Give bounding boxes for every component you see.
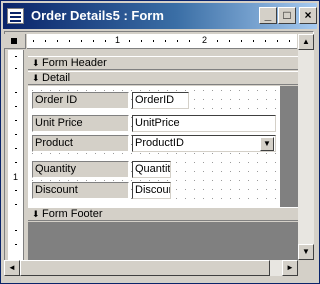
ruler-tick bbox=[15, 204, 17, 205]
title-bar[interactable]: Order Details5 : Form _ □ × bbox=[3, 3, 317, 29]
product-combobox[interactable]: ProductID bbox=[132, 135, 276, 152]
ruler-tick bbox=[15, 92, 17, 93]
scroll-down-icon[interactable]: ▼ bbox=[298, 244, 314, 260]
ruler-number: 2 bbox=[202, 35, 208, 45]
ruler-tick bbox=[45, 40, 46, 42]
ruler-tick bbox=[265, 40, 266, 42]
ruler-tick bbox=[253, 40, 254, 42]
vertical-scrollbar[interactable]: ▲ ▼ bbox=[298, 34, 314, 260]
vertical-ruler[interactable]: 1 bbox=[8, 50, 24, 260]
detail-outside-area bbox=[280, 86, 298, 207]
ruler-tick bbox=[165, 40, 166, 42]
scroll-right-icon[interactable]: ► bbox=[282, 260, 298, 276]
ruler-tick bbox=[129, 40, 130, 42]
quantity-label[interactable]: Quantity bbox=[32, 161, 129, 178]
detail-label: Detail bbox=[42, 72, 71, 84]
outside-form-area bbox=[28, 222, 298, 260]
ruler-tick bbox=[217, 40, 218, 42]
ruler-tick bbox=[289, 40, 290, 42]
ruler-tick bbox=[189, 40, 190, 42]
ruler-tick bbox=[105, 40, 106, 42]
ruler-tick bbox=[141, 40, 142, 42]
form-header-label: Form Header bbox=[42, 57, 107, 69]
maximize-button[interactable]: □ bbox=[278, 7, 296, 24]
ruler-tick bbox=[33, 40, 34, 42]
ruler-tick bbox=[15, 120, 17, 121]
order-id-label[interactable]: Order ID bbox=[32, 92, 129, 109]
scroll-up-icon[interactable]: ▲ bbox=[298, 34, 314, 50]
chevron-down-icon[interactable]: ▼ bbox=[260, 137, 274, 151]
ruler-tick bbox=[15, 68, 17, 69]
unit-price-label[interactable]: Unit Price bbox=[32, 115, 129, 132]
quantity-textbox[interactable]: Quantity bbox=[132, 161, 171, 178]
close-button[interactable]: × bbox=[299, 7, 317, 24]
form-icon bbox=[7, 8, 24, 24]
product-label[interactable]: Product bbox=[32, 135, 129, 152]
scroll-thumb[interactable] bbox=[20, 260, 270, 276]
ruler-tick bbox=[69, 40, 70, 42]
form-footer-bar[interactable]: ⬇ Form Footer bbox=[28, 207, 298, 221]
minimize-button[interactable]: _ bbox=[259, 7, 277, 24]
window-title: Order Details5 : Form bbox=[31, 8, 164, 23]
ruler-tick bbox=[241, 40, 242, 42]
ruler-tick bbox=[153, 40, 154, 42]
ruler-tick bbox=[229, 40, 230, 42]
ruler-tick bbox=[15, 134, 17, 135]
section-arrow-icon: ⬇ bbox=[32, 58, 40, 68]
form-selector[interactable] bbox=[4, 34, 26, 49]
horizontal-ruler[interactable]: 1 2 bbox=[27, 34, 297, 49]
ruler-number: 1 bbox=[13, 172, 19, 182]
unit-price-textbox[interactable]: UnitPrice bbox=[132, 115, 276, 132]
ruler-tick bbox=[15, 230, 17, 231]
section-arrow-icon: ⬇ bbox=[32, 73, 40, 83]
resize-grip[interactable] bbox=[298, 260, 314, 276]
ruler-tick bbox=[15, 190, 17, 191]
ruler-tick bbox=[15, 148, 17, 149]
ruler-tick bbox=[15, 244, 17, 245]
discount-label[interactable]: Discount bbox=[32, 182, 129, 199]
ruler-tick bbox=[93, 40, 94, 42]
ruler-tick bbox=[277, 40, 278, 42]
ruler-tick bbox=[15, 56, 17, 57]
ruler-tick bbox=[15, 106, 17, 107]
ruler-number: 1 bbox=[115, 35, 121, 45]
horizontal-scrollbar[interactable]: ◄ ► bbox=[4, 260, 298, 276]
ruler-tick bbox=[177, 40, 178, 42]
form-footer-label: Form Footer bbox=[42, 208, 103, 220]
section-arrow-icon: ⬇ bbox=[32, 209, 40, 219]
ruler-tick bbox=[57, 40, 58, 42]
discount-textbox[interactable]: Discour bbox=[132, 182, 171, 199]
form-header-bar[interactable]: ⬇ Form Header bbox=[28, 56, 298, 70]
ruler-tick bbox=[15, 162, 17, 163]
detail-bar[interactable]: ⬇ Detail bbox=[28, 71, 298, 85]
order-id-textbox[interactable]: OrderID bbox=[132, 92, 189, 109]
scroll-left-icon[interactable]: ◄ bbox=[4, 260, 20, 276]
ruler-tick bbox=[81, 40, 82, 42]
